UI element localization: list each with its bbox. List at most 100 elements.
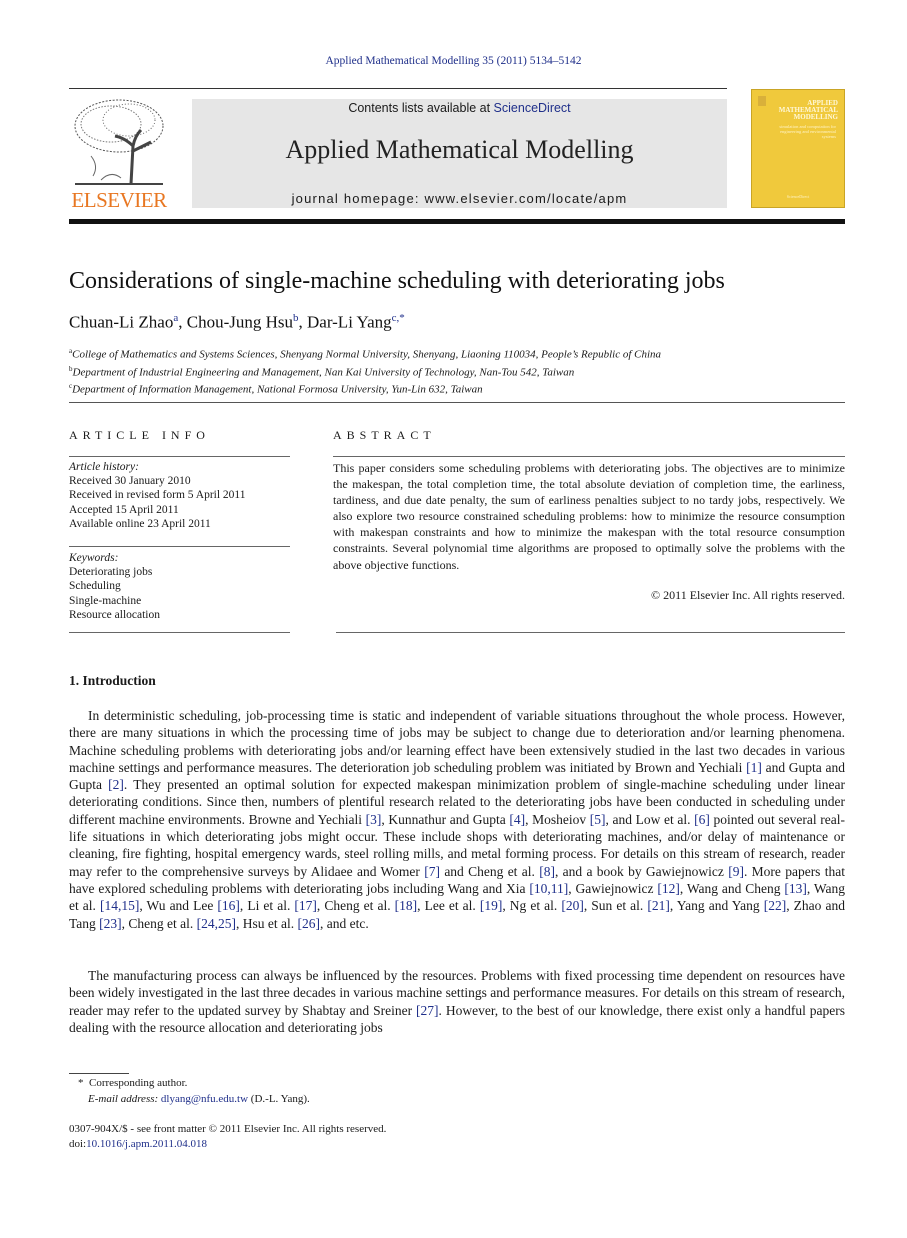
history-item: Available online 23 April 2011	[69, 517, 211, 530]
footnote-marker: *	[78, 1077, 84, 1089]
history-label: Article history:	[69, 461, 139, 473]
citation-link[interactable]: [7]	[424, 864, 440, 879]
author-name[interactable]: Chou-Jung Hsu	[187, 313, 293, 332]
paragraph-text: , Gawiejnowicz	[568, 880, 658, 896]
citation-link[interactable]: [1]	[746, 760, 762, 775]
intro-paragraph-2: The manufacturing process can always be …	[69, 967, 845, 1036]
citation-link[interactable]: [12]	[657, 881, 680, 896]
paragraph-text: , and a book by Gawiejnowicz	[554, 863, 729, 879]
paragraph-text: , Hsu et al.	[236, 915, 298, 931]
author-list: Chuan-Li Zhaoa, Chou-Jung Hsub, Dar-Li Y…	[69, 312, 405, 332]
journal-title: Applied Mathematical Modelling	[285, 135, 634, 164]
header-thick-rule	[69, 219, 845, 224]
doi-link[interactable]: 10.1016/j.apm.2011.04.018	[86, 1138, 207, 1150]
citation-link[interactable]: [3]	[366, 812, 382, 827]
abstract-heading: ABSTRACT	[333, 428, 436, 442]
article-title: Considerations of single-machine schedul…	[69, 268, 725, 294]
citation-link[interactable]: [22]	[764, 898, 787, 913]
citation-link[interactable]: [18]	[395, 898, 418, 913]
abstract-text: This paper considers some scheduling pro…	[333, 461, 845, 572]
divider	[69, 632, 290, 633]
citation-link[interactable]: [19]	[480, 898, 503, 913]
journal-banner: Contents lists available at ScienceDirec…	[192, 99, 727, 208]
history-item: Accepted 15 April 2011	[69, 503, 179, 516]
paragraph-text: , Sun et al.	[583, 898, 648, 914]
paragraph-text: , Ng et al.	[502, 898, 562, 914]
header-rule	[69, 88, 727, 89]
keyword: Scheduling	[69, 580, 121, 593]
elsevier-wordmark: ELSEVIER	[71, 188, 167, 212]
keywords-label: Keywords:	[69, 552, 119, 564]
affiliation: cDepartment of Information Management, N…	[69, 382, 483, 396]
citation-link[interactable]: [10,11]	[529, 881, 568, 896]
history-item: Received 30 January 2010	[69, 475, 191, 488]
divider	[69, 456, 290, 457]
affiliation: aCollege of Mathematics and Systems Scie…	[69, 347, 662, 361]
affiliation: bDepartment of Industrial Engineering an…	[69, 364, 575, 379]
paragraph-text: and Cheng et al.	[440, 863, 540, 879]
citation-link[interactable]: [16]	[217, 898, 240, 913]
footnote: * Corresponding author. E-mail address: …	[78, 1075, 310, 1107]
paragraph-text: , Yang and Yang	[669, 898, 764, 914]
keyword: Deteriorating jobs	[69, 566, 153, 579]
citation-link[interactable]: [2]	[108, 777, 124, 792]
journal-homepage[interactable]: journal homepage: www.elsevier.com/locat…	[192, 191, 727, 206]
cover-subtitle: simulation and computation for engineeri…	[779, 124, 836, 139]
divider	[336, 632, 845, 633]
paragraph-text: In deterministic scheduling, job-process…	[69, 708, 845, 775]
citation-link[interactable]: [6]	[694, 812, 710, 827]
email-suffix: (D.-L. Yang).	[248, 1093, 310, 1105]
paragraph-text: , Lee et al.	[417, 898, 480, 914]
email-link[interactable]: dlyang@nfu.edu.tw	[161, 1093, 248, 1105]
paragraph-text: , Wu and Lee	[139, 898, 218, 914]
citation-link[interactable]: [9]	[728, 864, 744, 879]
citation-link[interactable]: [23]	[99, 916, 122, 931]
doi-prefix: doi:	[69, 1138, 87, 1150]
citation-link[interactable]: [26]	[298, 916, 321, 931]
divider	[333, 456, 845, 457]
paragraph-text: , Cheng et al.	[121, 915, 197, 931]
citation-link[interactable]: [21]	[647, 898, 670, 913]
intro-paragraph-1: In deterministic scheduling, job-process…	[69, 707, 845, 932]
email-label: E-mail address:	[88, 1093, 159, 1105]
contents-prefix: Contents lists available at	[348, 101, 494, 115]
sciencedirect-link[interactable]: ScienceDirect	[494, 101, 571, 115]
elsevier-tree-icon	[74, 99, 164, 185]
paragraph-text: , Mosheiov	[525, 811, 590, 827]
divider	[69, 546, 290, 547]
author-affil-sup[interactable]: a	[173, 312, 178, 324]
issn-line: 0307-904X/$ - see front matter © 2011 El…	[69, 1123, 387, 1135]
paragraph-text: , and Low et al.	[605, 811, 695, 827]
citation-link[interactable]: [24,25]	[197, 916, 236, 931]
article-info-heading: ARTICLE INFO	[69, 428, 210, 442]
publisher-logo[interactable]: ELSEVIER	[69, 96, 169, 212]
citation-link[interactable]: [27]	[416, 1003, 439, 1018]
citation-link[interactable]: [13]	[784, 881, 807, 896]
cover-publisher: ScienceDirect	[786, 194, 810, 199]
citation-link[interactable]: [8]	[539, 864, 555, 879]
running-head[interactable]: Applied Mathematical Modelling 35 (2011)…	[0, 55, 907, 67]
citation-link[interactable]: [5]	[590, 812, 606, 827]
citation-link[interactable]: [14,15]	[100, 898, 139, 913]
article-history: Article history: Received 30 January 201…	[69, 460, 246, 531]
history-item: Received in revised form 5 April 2011	[69, 489, 246, 502]
keyword: Resource allocation	[69, 608, 161, 621]
citation-link[interactable]: [20]	[561, 898, 584, 913]
author-name[interactable]: Chuan-Li Zhao	[69, 313, 173, 332]
author-name[interactable]: Dar-Li Yang	[307, 313, 392, 332]
affiliations: aCollege of Mathematics and Systems Scie…	[69, 344, 661, 397]
cover-title: APPLIED MATHEMATICAL MODELLING	[778, 99, 838, 121]
paragraph-text: , Wang and Cheng	[679, 880, 785, 896]
keyword: Single-machine	[69, 594, 142, 607]
section-divider	[69, 402, 845, 403]
journal-cover[interactable]: APPLIED MATHEMATICAL MODELLING simulatio…	[751, 89, 845, 208]
paragraph-text: , Li et al.	[239, 898, 295, 914]
corresponding-author-note: Corresponding author.	[89, 1077, 188, 1089]
abstract-copyright: © 2011 Elsevier Inc. All rights reserved…	[651, 588, 845, 602]
contents-availability: Contents lists available at ScienceDirec…	[192, 99, 727, 115]
author-affil-sup[interactable]: b	[293, 312, 299, 324]
paragraph-text: , Kunnathur and Gupta	[381, 811, 510, 827]
author-affil-sup[interactable]: c,*	[392, 312, 405, 324]
citation-link[interactable]: [4]	[509, 812, 525, 827]
citation-link[interactable]: [17]	[294, 898, 317, 913]
